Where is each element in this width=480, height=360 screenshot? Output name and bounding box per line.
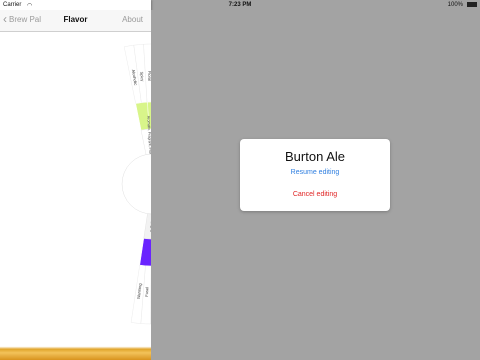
about-button[interactable]: About xyxy=(122,15,143,24)
resume-editing-button[interactable]: Resume editing xyxy=(240,169,390,176)
dialog-title: Burton Ale xyxy=(285,149,345,164)
wheel-outer-label: Fusel xyxy=(144,287,149,297)
beer-strip xyxy=(0,342,151,360)
wheel-color-segment[interactable] xyxy=(139,238,151,267)
flavor-wheel-area[interactable]: AlcoholicSpicyFloralFruitySweatyPaperyWo… xyxy=(0,32,151,342)
battery-percent: 100% xyxy=(447,2,463,8)
back-button-label: Brew Pal xyxy=(9,14,42,24)
wheel-hub xyxy=(121,153,151,215)
navigation-bar: ‹ Brew Pal Flavor About xyxy=(0,10,151,32)
clock: 7:23 PM xyxy=(228,2,252,8)
edit-dialog: Burton Ale Resume editing Cancel editing xyxy=(240,139,390,211)
status-bar: Carrier ◠ 7:23 PM 100% xyxy=(0,0,480,10)
left-pane: ‹ Brew Pal Flavor About Alcoholic Spicy Fl… xyxy=(0,0,151,360)
chevron-left-icon: ‹ xyxy=(3,12,7,26)
flavor-wheel[interactable]: AlcoholicSpicyFloralFruitySweatyPaperyWo… xyxy=(0,32,151,342)
wheel-outer-label: Spicy xyxy=(139,71,145,81)
cancel-editing-button[interactable]: Cancel editing xyxy=(240,191,390,198)
battery-icon xyxy=(467,2,477,7)
back-button[interactable]: ‹ Brew Pal xyxy=(3,12,42,26)
